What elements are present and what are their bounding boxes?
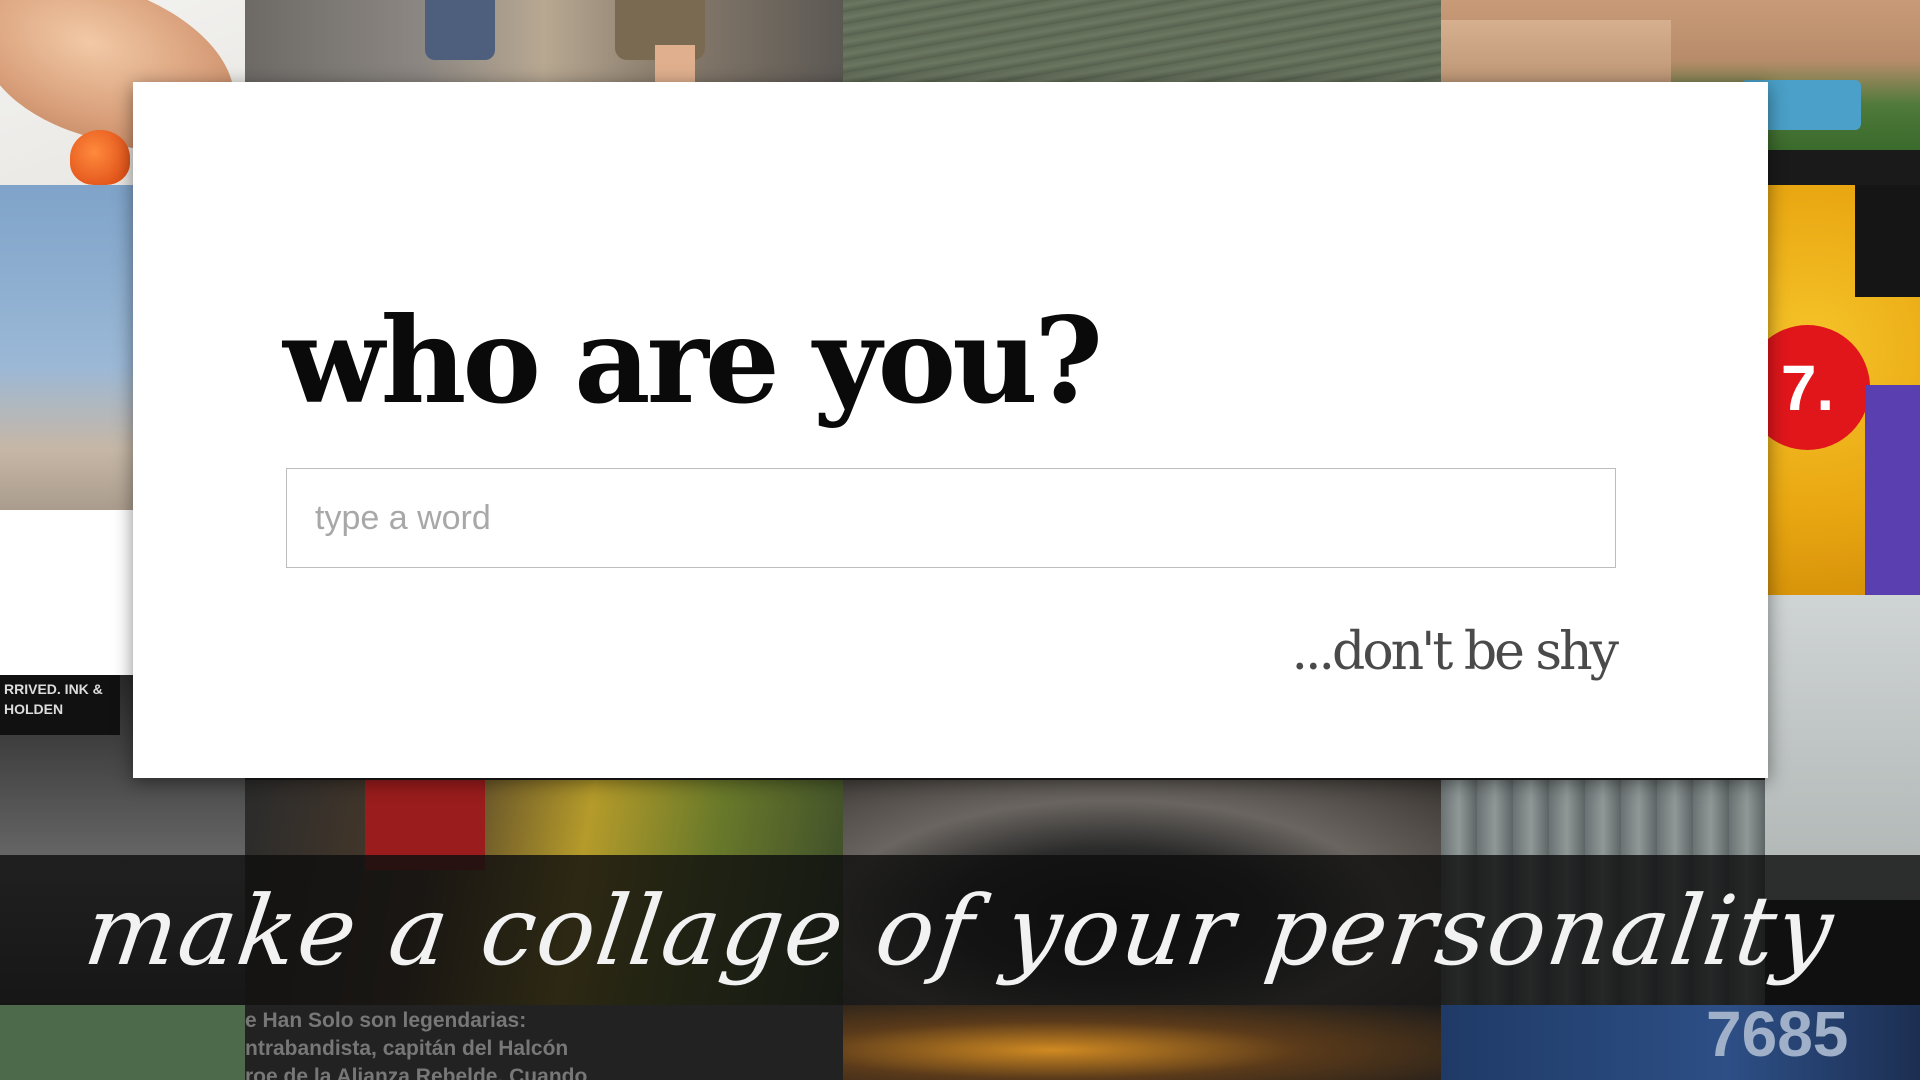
collage-tile-water bbox=[843, 0, 1441, 82]
city-sign: RRIVED. INK & HOLDEN bbox=[0, 675, 120, 735]
purple-strip bbox=[1865, 385, 1920, 595]
tagline-text: make a collage of your personality bbox=[78, 875, 1842, 987]
who-are-you-card: who are you? ...don't be shy bbox=[133, 82, 1768, 778]
black-block bbox=[1855, 185, 1920, 297]
red-badge: 7. bbox=[1765, 325, 1870, 450]
word-input[interactable] bbox=[286, 468, 1616, 568]
card-title: who are you? bbox=[283, 291, 1103, 430]
snippet-line: ntrabandista, capitán del Halcón bbox=[245, 1037, 569, 1060]
collage-tile-white bbox=[0, 510, 140, 675]
snippet-line: e Han Solo son legendarias: bbox=[245, 1009, 527, 1032]
legs-shape-1 bbox=[425, 0, 495, 60]
flower-shape bbox=[70, 130, 130, 185]
collage-tile-blue-number: 7685 bbox=[1441, 1005, 1920, 1080]
shy-hint: ...don't be shy bbox=[1291, 622, 1619, 682]
snippet-text: e Han Solo son legendarias: ntrabandista… bbox=[245, 1007, 587, 1080]
collage-tile-yellow-poster: 7. bbox=[1765, 185, 1920, 595]
collage-tile-fire bbox=[843, 1005, 1441, 1080]
snippet-line: roe de la Alianza Rebelde. Cuando bbox=[245, 1065, 588, 1080]
collage-tile-legs bbox=[245, 0, 843, 82]
legs-shape-3 bbox=[655, 45, 695, 82]
collage-tile-text-snippet: e Han Solo son legendarias: ntrabandista… bbox=[245, 1005, 843, 1080]
collage-tile-green bbox=[0, 1005, 245, 1080]
tile-number: 7685 bbox=[1706, 1005, 1849, 1070]
tagline-banner: make a collage of your personality bbox=[0, 855, 1920, 1005]
